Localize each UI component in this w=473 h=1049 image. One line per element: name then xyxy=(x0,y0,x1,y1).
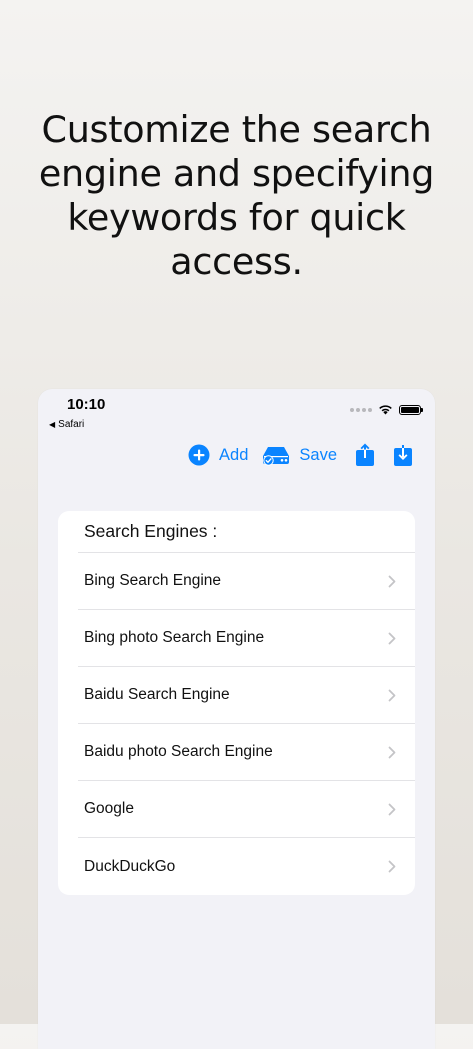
save-label: Save xyxy=(299,445,337,464)
chevron-right-icon xyxy=(388,689,396,701)
battery-icon xyxy=(399,404,423,415)
status-indicators xyxy=(350,404,423,415)
search-engines-list: Search Engines : Bing Search Engine Bing… xyxy=(58,511,415,895)
list-item-label: Baidu Search Engine xyxy=(84,686,230,703)
wifi-icon xyxy=(379,405,392,415)
chevron-right-icon xyxy=(388,746,396,758)
list-header: Search Engines : xyxy=(78,511,415,553)
chevron-right-icon xyxy=(388,632,396,644)
list-item-label: Baidu photo Search Engine xyxy=(84,743,273,760)
back-to-app-button[interactable]: ◀ Safari xyxy=(49,419,84,430)
download-button[interactable] xyxy=(393,443,413,467)
signal-icon xyxy=(350,407,372,412)
share-icon xyxy=(356,443,374,466)
chevron-right-icon xyxy=(388,575,396,587)
chevron-right-icon xyxy=(388,803,396,815)
list-item[interactable]: Bing Search Engine xyxy=(78,553,415,610)
list-item[interactable]: Bing photo Search Engine xyxy=(78,610,415,667)
back-triangle-icon: ◀ xyxy=(49,420,56,429)
toolbar: Add Save xyxy=(188,443,413,467)
list-item-label: DuckDuckGo xyxy=(84,857,176,875)
list-item-label: Bing photo Search Engine xyxy=(84,629,265,646)
list-item[interactable]: DuckDuckGo xyxy=(78,838,415,895)
plus-circle-icon xyxy=(188,444,210,466)
list-item[interactable]: Google xyxy=(78,781,415,838)
list-item-label: Google xyxy=(84,800,134,817)
phone-screen: 10:10 ◀ Safari Add Save Search Engines:… xyxy=(38,389,435,1049)
download-icon xyxy=(394,445,412,466)
back-app-label: Safari xyxy=(58,419,85,430)
add-button[interactable]: Add xyxy=(188,444,248,466)
status-time: 10:10 xyxy=(67,396,106,413)
share-button[interactable] xyxy=(355,443,375,467)
promo-headline: Customize the search engine and specifyi… xyxy=(38,108,435,283)
list-item-label: Bing Search Engine xyxy=(84,572,222,589)
save-button[interactable]: Save xyxy=(262,444,337,466)
list-item[interactable]: Baidu Search Engine xyxy=(78,667,415,724)
add-label: Add xyxy=(219,445,249,464)
chevron-right-icon xyxy=(388,860,396,873)
drive-check-icon xyxy=(263,447,290,466)
list-item[interactable]: Baidu photo Search Engine xyxy=(78,724,415,781)
